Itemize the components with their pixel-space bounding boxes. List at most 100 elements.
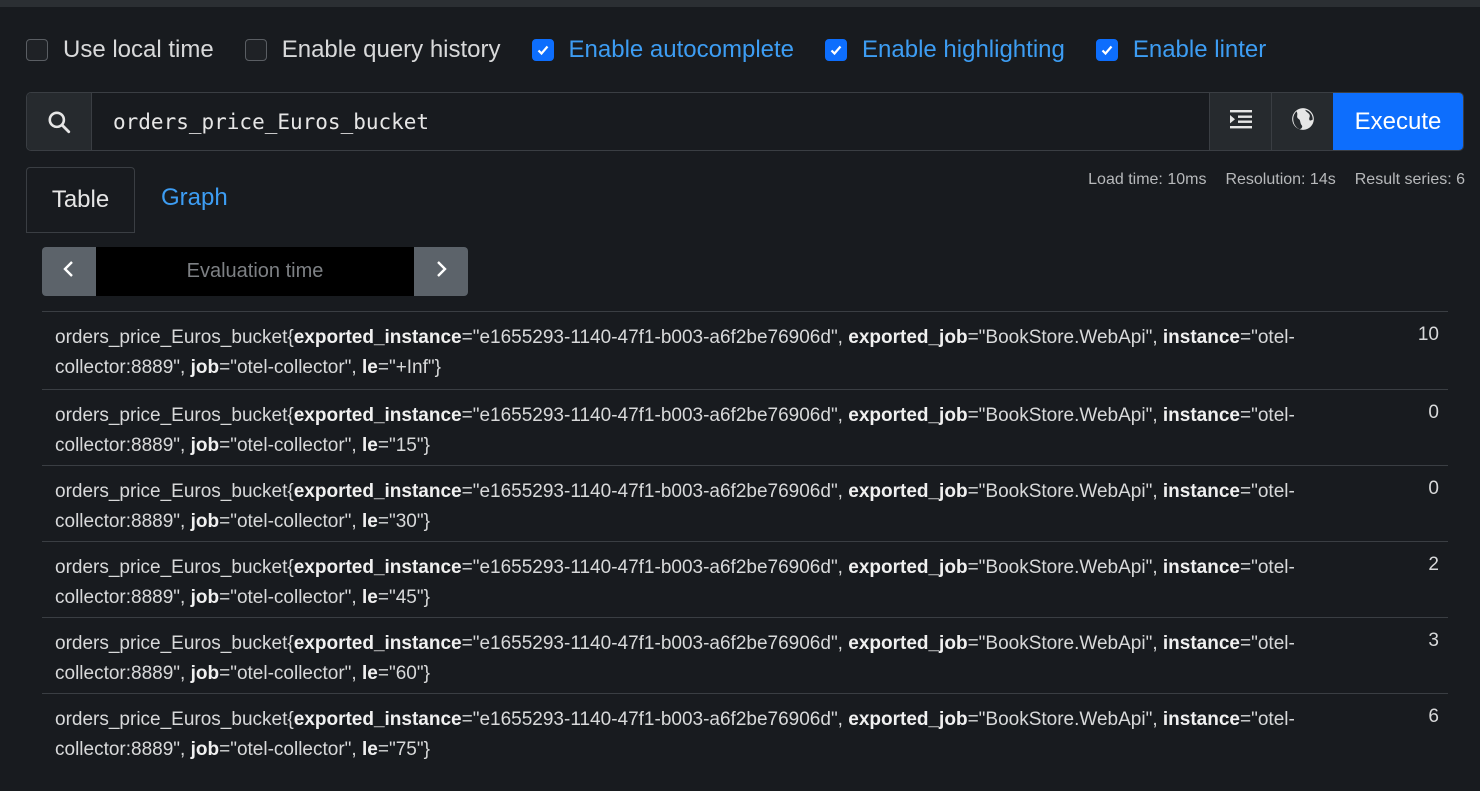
- resolution: Resolution: 14s: [1225, 171, 1336, 188]
- option-enable-linter[interactable]: Enable linter: [1095, 36, 1267, 64]
- series-value: 6: [1428, 706, 1439, 727]
- label-value: otel-collector: [236, 357, 345, 378]
- option-enable-query-history[interactable]: Enable query history: [244, 36, 501, 64]
- query-bar: orders_price_Euros_bucket Execute: [26, 92, 1464, 151]
- checkbox[interactable]: [1095, 39, 1118, 61]
- checkmark-icon: [1101, 45, 1113, 56]
- series-labels: orders_price_Euros_bucket{exported_insta…: [55, 709, 1295, 760]
- table-row: orders_price_Euros_bucket{exported_insta…: [42, 693, 1448, 769]
- option-enable-highlighting[interactable]: Enable highlighting: [825, 36, 1065, 64]
- label-key: exported_instance: [293, 709, 462, 730]
- label-value: +Inf: [395, 357, 428, 378]
- label-key: exported_instance: [293, 405, 462, 426]
- option-label: Enable highlighting: [862, 36, 1065, 63]
- label-key: exported_instance: [293, 327, 462, 348]
- label-key: le: [361, 511, 378, 532]
- next-time-button[interactable]: [414, 247, 468, 296]
- label-value: e1655293-1140-47f1-b003-a6f2be76906d: [479, 709, 831, 730]
- label-value: otel-collector: [236, 435, 345, 456]
- label-key: job: [190, 435, 220, 456]
- series-value: 0: [1428, 478, 1439, 499]
- table-row: orders_price_Euros_bucket{exported_insta…: [42, 389, 1448, 465]
- label-key: instance: [1162, 557, 1240, 578]
- evaluation-time-input[interactable]: Evaluation time: [96, 247, 414, 296]
- top-border: [0, 0, 1480, 7]
- label-key: instance: [1162, 709, 1240, 730]
- label-key: exported_instance: [293, 481, 462, 502]
- option-label: Enable query history: [281, 36, 501, 63]
- label-key: instance: [1162, 633, 1240, 654]
- label-value: 30: [395, 511, 417, 532]
- label-value: e1655293-1140-47f1-b003-a6f2be76906d: [479, 481, 831, 502]
- series-value: 10: [1417, 324, 1439, 345]
- prev-time-button[interactable]: [42, 247, 96, 296]
- label-key: exported_instance: [293, 633, 462, 654]
- label-value: otel-collector: [236, 663, 345, 684]
- checkbox[interactable]: [531, 39, 554, 61]
- metric-name: orders_price_Euros_bucket: [55, 709, 288, 730]
- query-stats: Load time: 10ms Resolution: 14s Result s…: [1069, 171, 1465, 189]
- label-key: instance: [1162, 327, 1240, 348]
- label-value: BookStore.WebApi: [985, 481, 1146, 502]
- label-key: job: [190, 511, 220, 532]
- globe-icon: [1290, 106, 1316, 137]
- label-key: exported_job: [848, 327, 968, 348]
- label-value: BookStore.WebApi: [985, 405, 1146, 426]
- query-input[interactable]: orders_price_Euros_bucket: [92, 93, 1209, 150]
- tab-graph[interactable]: Graph: [161, 184, 228, 212]
- label-key: le: [361, 587, 378, 608]
- option-label: Use local time: [63, 36, 214, 63]
- indent-icon: [1228, 107, 1254, 136]
- label-value: e1655293-1140-47f1-b003-a6f2be76906d: [479, 557, 831, 578]
- option-label: Enable autocomplete: [568, 36, 795, 63]
- label-value: e1655293-1140-47f1-b003-a6f2be76906d: [479, 327, 831, 348]
- format-query-button[interactable]: [1209, 93, 1271, 150]
- label-key: exported_job: [848, 633, 968, 654]
- label-value: BookStore.WebApi: [985, 709, 1146, 730]
- label-value: otel-collector: [236, 739, 345, 760]
- label-key: le: [361, 663, 378, 684]
- checkbox[interactable]: [244, 39, 267, 61]
- checkbox[interactable]: [825, 39, 848, 61]
- series-value: 0: [1428, 402, 1439, 423]
- results-table: orders_price_Euros_bucket{exported_insta…: [42, 311, 1448, 769]
- label-value: 75: [395, 739, 417, 760]
- series-labels: orders_price_Euros_bucket{exported_insta…: [55, 633, 1295, 684]
- checkmark-icon: [830, 45, 842, 56]
- checkbox[interactable]: [26, 39, 48, 61]
- label-key: exported_job: [848, 405, 968, 426]
- label-value: otel-collector: [236, 511, 345, 532]
- load-time: Load time: 10ms: [1088, 171, 1207, 188]
- label-value: 15: [395, 435, 417, 456]
- option-use-local-time[interactable]: Use local time: [26, 36, 214, 64]
- evaluation-time-control: Evaluation time: [42, 247, 468, 296]
- metrics-explorer-button[interactable]: [1271, 93, 1333, 150]
- label-key: le: [361, 435, 378, 456]
- series-value: 2: [1428, 554, 1439, 575]
- label-value: 60: [395, 663, 417, 684]
- metric-name: orders_price_Euros_bucket: [55, 557, 288, 578]
- label-key: job: [190, 739, 220, 760]
- label-key: job: [190, 663, 220, 684]
- label-value: BookStore.WebApi: [985, 327, 1146, 348]
- table-row: orders_price_Euros_bucket{exported_insta…: [42, 465, 1448, 541]
- tab-table[interactable]: Table: [26, 167, 135, 233]
- option-label: Enable linter: [1132, 36, 1267, 63]
- label-key: job: [190, 357, 220, 378]
- label-value: BookStore.WebApi: [985, 633, 1146, 654]
- table-row: orders_price_Euros_bucket{exported_insta…: [42, 541, 1448, 617]
- checkmark-icon: [537, 45, 548, 56]
- series-labels: orders_price_Euros_bucket{exported_insta…: [55, 481, 1295, 532]
- label-key: exported_instance: [293, 557, 462, 578]
- execute-button[interactable]: Execute: [1333, 93, 1463, 150]
- result-series: Result series: 6: [1354, 171, 1465, 188]
- series-labels: orders_price_Euros_bucket{exported_insta…: [55, 405, 1295, 456]
- label-key: instance: [1162, 405, 1240, 426]
- metric-name: orders_price_Euros_bucket: [55, 327, 288, 348]
- chevron-right-icon: [433, 259, 449, 284]
- metric-name: orders_price_Euros_bucket: [55, 481, 288, 502]
- series-labels: orders_price_Euros_bucket{exported_insta…: [55, 327, 1295, 378]
- series-labels: orders_price_Euros_bucket{exported_insta…: [55, 557, 1295, 608]
- option-enable-autocomplete[interactable]: Enable autocomplete: [531, 36, 795, 64]
- query-options: Use local time Enable query history Enab…: [26, 32, 1297, 68]
